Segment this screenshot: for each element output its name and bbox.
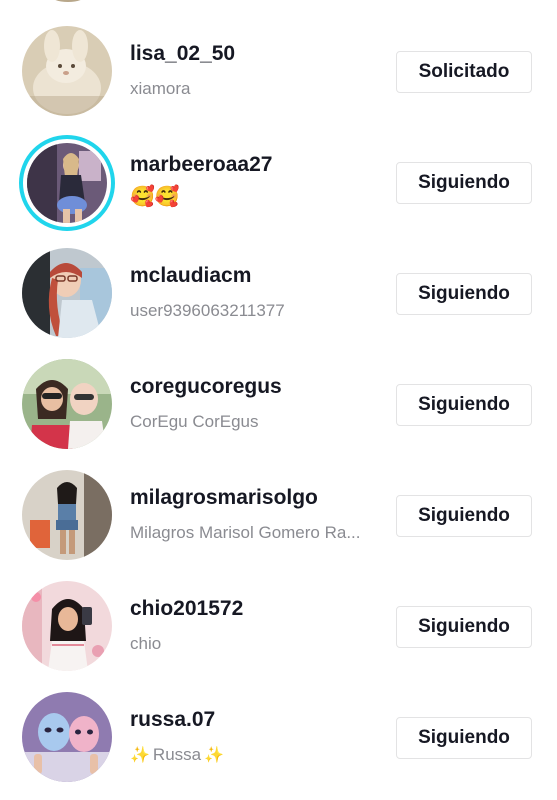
woman-with-red-braid-photo-icon: [22, 248, 112, 338]
display-name: ✨ Russa ✨: [130, 745, 375, 765]
following-button[interactable]: Siguiendo: [396, 717, 532, 759]
two-women-sunglasses-photo-icon: [22, 359, 112, 449]
user-row[interactable]: marbeeroaa27 🥰🥰 Siguiendo: [0, 125, 557, 236]
woman-selfie-pink-photo-icon: [22, 581, 112, 671]
user-avatar[interactable]: [22, 26, 112, 116]
user-row[interactable]: chio201572 chio Siguiendo: [0, 569, 557, 680]
user-row[interactable]: mclaudiacm user9396063211377 Siguiendo: [0, 236, 557, 347]
user-avatar-with-story-ring[interactable]: [19, 135, 115, 231]
previous-row-avatar-edge: [50, 0, 86, 2]
user-avatar[interactable]: [22, 248, 112, 338]
username[interactable]: milagrosmarisolgo: [130, 486, 318, 510]
user-row[interactable]: lisa_02_50 xiamora Solicitado: [0, 14, 557, 125]
username[interactable]: russa.07: [130, 708, 215, 732]
masked-figures-photo-icon: [22, 692, 112, 782]
sparkle-icon: ✨: [204, 747, 225, 764]
following-button[interactable]: Siguiendo: [396, 606, 532, 648]
user-row[interactable]: coregucoregus CorEgu CorEgus Siguiendo: [0, 347, 557, 458]
display-name: chio: [130, 634, 162, 653]
following-button[interactable]: Siguiendo: [396, 162, 532, 204]
display-name: Milagros Marisol Gomero Ra...: [130, 523, 361, 542]
user-avatar[interactable]: [22, 359, 112, 449]
user-row[interactable]: russa.07 ✨ Russa ✨ Siguiendo: [0, 680, 557, 791]
display-name-text: Russa: [152, 745, 202, 764]
woman-in-room-photo-icon: [27, 143, 107, 223]
user-avatar[interactable]: [22, 692, 112, 782]
display-name: xiamora: [130, 79, 191, 98]
user-avatar[interactable]: [22, 581, 112, 671]
username[interactable]: marbeeroaa27: [130, 153, 272, 177]
display-name: CorEgu CorEgus: [130, 412, 259, 431]
plush-bunny-photo-icon: [22, 26, 112, 116]
username[interactable]: chio201572: [130, 597, 243, 621]
following-button[interactable]: Siguiendo: [396, 495, 532, 537]
sparkle-icon: ✨: [130, 747, 150, 764]
display-name: user9396063211377: [130, 301, 285, 320]
woman-mirror-selfie-photo-icon: [22, 470, 112, 560]
user-row[interactable]: milagrosmarisolgo Milagros Marisol Gomer…: [0, 458, 557, 569]
username[interactable]: lisa_02_50: [130, 42, 235, 66]
username[interactable]: mclaudiacm: [130, 264, 251, 288]
following-button[interactable]: Siguiendo: [396, 273, 532, 315]
username[interactable]: coregucoregus: [130, 375, 282, 399]
display-name-emoji: 🥰🥰: [130, 186, 180, 208]
following-button[interactable]: Siguiendo: [396, 384, 532, 426]
requested-button[interactable]: Solicitado: [396, 51, 532, 93]
following-list: lisa_02_50 xiamora Solicitado marbeeroaa…: [0, 0, 557, 800]
user-avatar[interactable]: [22, 470, 112, 560]
